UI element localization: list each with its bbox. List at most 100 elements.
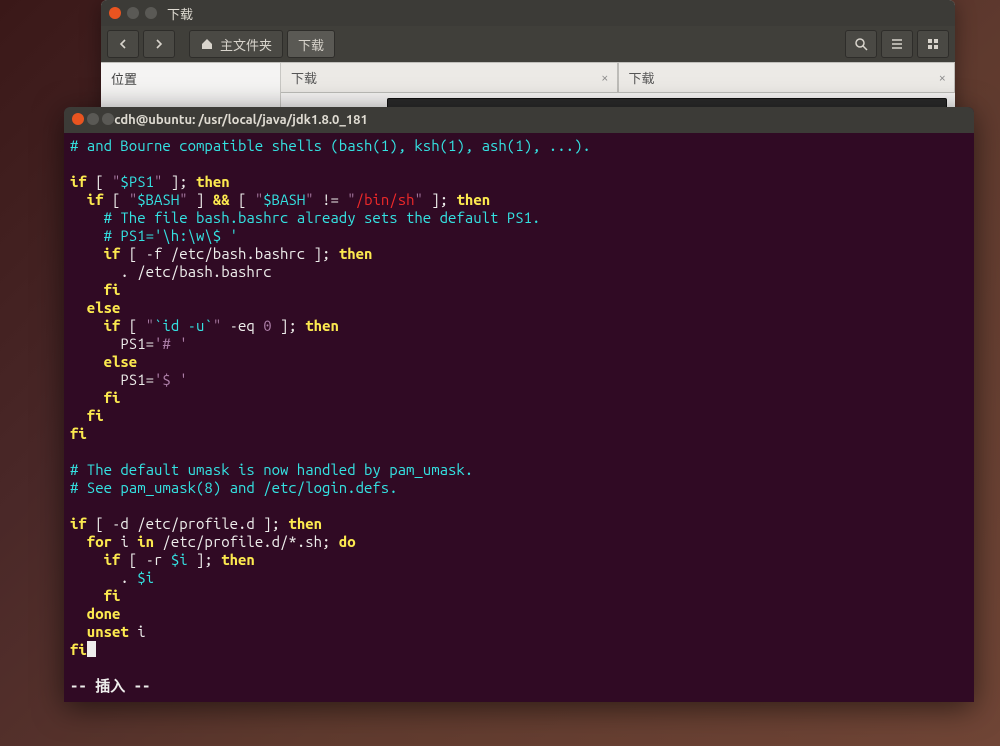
code-token: if	[70, 551, 120, 568]
code-token: i	[129, 623, 146, 640]
code-token: unset	[70, 623, 129, 640]
code-token: [	[104, 191, 129, 208]
chevron-left-icon	[118, 39, 128, 49]
window-buttons	[72, 113, 114, 128]
code-line: fi	[70, 587, 120, 604]
forward-button[interactable]	[143, 30, 175, 58]
code-token: in	[137, 533, 154, 550]
code-line: . /etc/bash.bashrc	[70, 263, 272, 280]
code-line: # PS1='\h:\w\$ '	[70, 227, 238, 244]
path-segment-home[interactable]: 主文件夹	[189, 30, 283, 58]
code-line: # and Bourne compatible shells (bash(1),…	[70, 137, 591, 154]
tab-label: 下载	[291, 68, 317, 87]
code-line: else	[70, 353, 137, 370]
terminal-window: cdh@ubuntu: /usr/local/java/jdk1.8.0_181…	[64, 107, 974, 702]
terminal-title: cdh@ubuntu: /usr/local/java/jdk1.8.0_181	[114, 113, 368, 127]
code-token: "	[415, 191, 423, 208]
code-token: /etc/profile.d/*.sh;	[154, 533, 339, 550]
code-token: $PS1	[120, 173, 154, 190]
vim-mode-line: -- 插入 --	[70, 677, 968, 695]
file-manager-toolbar: 主文件夹 下载	[101, 26, 955, 62]
code-token: for	[70, 533, 112, 550]
window-title: 下载	[167, 4, 193, 23]
code-token: "	[305, 191, 313, 208]
code-token: then	[339, 245, 373, 262]
code-line: fi	[70, 407, 104, 424]
code-token: if	[70, 191, 104, 208]
code-line: done	[70, 605, 120, 622]
code-token: -eq	[221, 317, 263, 334]
code-token: [ -d /etc/profile.d ];	[87, 515, 289, 532]
code-line: fi	[70, 281, 120, 298]
close-tab-icon[interactable]: ×	[601, 71, 608, 85]
grid-icon	[926, 37, 940, 51]
home-icon	[200, 37, 214, 51]
code-token: ];	[423, 191, 457, 208]
code-token: PS1=	[70, 371, 154, 388]
hamburger-icon	[890, 37, 904, 51]
code-token: if	[70, 317, 120, 334]
code-token: "	[213, 317, 221, 334]
file-manager-window: 下载 主文件夹 下载 位置 下载	[101, 0, 955, 112]
chevron-right-icon	[154, 39, 164, 49]
code-token: then	[457, 191, 491, 208]
code-token: ];	[162, 173, 196, 190]
search-icon	[854, 37, 868, 51]
tab-downloads-1[interactable]: 下载 ×	[281, 63, 618, 93]
terminal-titlebar[interactable]: cdh@ubuntu: /usr/local/java/jdk1.8.0_181	[64, 107, 974, 133]
code-token: 0	[263, 317, 271, 334]
window-buttons	[109, 7, 157, 19]
code-token: &&	[213, 191, 230, 208]
close-icon[interactable]	[109, 7, 121, 19]
code-token: $i	[137, 569, 154, 586]
code-token: "	[129, 191, 137, 208]
maximize-icon[interactable]	[145, 7, 157, 19]
file-manager-sidebar[interactable]: 位置	[101, 63, 281, 112]
code-token: [	[230, 191, 255, 208]
code-token: '# '	[154, 335, 188, 352]
tab-label: 下载	[629, 68, 655, 87]
code-line: fi	[70, 389, 120, 406]
path-home-label: 主文件夹	[220, 35, 272, 54]
code-token: '$ '	[154, 371, 188, 388]
code-token: i	[112, 533, 137, 550]
menu-button[interactable]	[881, 30, 913, 58]
minimize-icon[interactable]	[127, 7, 139, 19]
code-token: then	[196, 173, 230, 190]
code-token: [ -r	[120, 551, 170, 568]
text-cursor	[87, 641, 96, 657]
code-line: else	[70, 299, 120, 316]
minimize-icon[interactable]	[87, 113, 99, 125]
terminal-content[interactable]: # and Bourne compatible shells (bash(1),…	[64, 133, 974, 702]
path-current-label: 下载	[298, 35, 324, 54]
code-line: fi	[70, 425, 87, 442]
view-grid-button[interactable]	[917, 30, 949, 58]
code-token: then	[305, 317, 339, 334]
file-manager-titlebar[interactable]: 下载	[101, 0, 955, 26]
code-token: if	[70, 245, 120, 262]
code-line: # The file bash.bashrc already sets the …	[70, 209, 540, 226]
code-token: .	[70, 569, 137, 586]
back-button[interactable]	[107, 30, 139, 58]
code-token: do	[339, 533, 356, 550]
code-token: "	[179, 191, 187, 208]
code-token: `id -u`	[154, 317, 213, 334]
code-token: [	[120, 317, 145, 334]
tab-downloads-2[interactable]: 下载 ×	[618, 63, 956, 93]
code-token: "	[255, 191, 263, 208]
path-segment-current[interactable]: 下载	[287, 30, 335, 58]
code-line: # See pam_umask(8) and /etc/login.defs.	[70, 479, 398, 496]
close-tab-icon[interactable]: ×	[939, 71, 946, 85]
maximize-icon[interactable]	[102, 113, 114, 125]
close-icon[interactable]	[72, 113, 84, 125]
code-token: /bin/sh	[356, 191, 415, 208]
code-token: ];	[188, 551, 222, 568]
code-token: if	[70, 173, 87, 190]
code-token: if	[70, 515, 87, 532]
code-token: $BASH	[137, 191, 179, 208]
search-button[interactable]	[845, 30, 877, 58]
code-token: ]	[188, 191, 213, 208]
code-token: $i	[171, 551, 188, 568]
code-token: "	[347, 191, 355, 208]
sidebar-header: 位置	[111, 73, 137, 87]
